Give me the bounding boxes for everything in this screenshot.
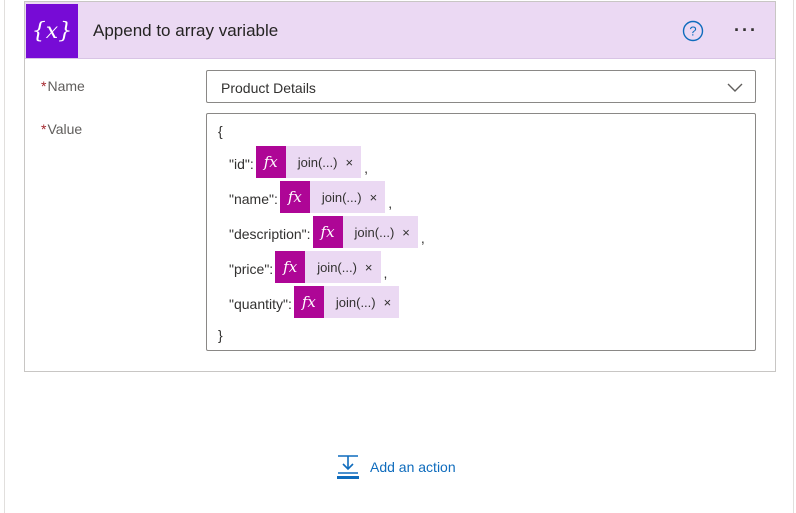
chevron-down-icon <box>727 83 743 92</box>
required-marker: * <box>41 78 47 94</box>
token-remove-button[interactable]: × <box>341 146 361 178</box>
json-comma: , <box>383 265 388 281</box>
name-label-text: Name <box>47 78 85 94</box>
token-remove-button[interactable]: × <box>380 286 400 318</box>
token-label: join(...) <box>335 294 376 310</box>
json-key: "id": <box>229 156 254 172</box>
json-line-price: "price": fx join(...) × , <box>229 251 387 283</box>
token-remove-button[interactable]: × <box>361 251 381 283</box>
fx-icon: fx <box>279 181 310 213</box>
action-card-header[interactable]: {x} Append to array variable ? ··· <box>25 2 775 59</box>
fx-icon: fx <box>255 146 286 178</box>
json-comma: , <box>420 230 425 246</box>
fx-icon: fx <box>275 251 306 283</box>
fx-icon: fx <box>312 216 343 248</box>
fx-icon: fx <box>293 286 324 318</box>
expression-token[interactable]: fx join(...) × <box>279 181 386 213</box>
json-line-id: "id": fx join(...) × , <box>229 146 368 178</box>
json-comma: , <box>388 195 393 211</box>
token-remove-button[interactable]: × <box>398 216 418 248</box>
svg-text:?: ? <box>689 24 696 39</box>
name-dropdown[interactable]: Product Details <box>206 70 756 103</box>
json-line-quantity: "quantity": fx join(...) × <box>229 286 402 318</box>
variable-icon: {x} <box>26 4 78 58</box>
json-key: "name": <box>229 191 278 207</box>
value-label-text: Value <box>47 121 83 137</box>
add-action-label: Add an action <box>370 459 456 475</box>
token-label: join(...) <box>354 224 395 240</box>
json-comma <box>399 316 402 318</box>
name-dropdown-value: Product Details <box>221 80 316 96</box>
expression-token[interactable]: fx join(...) × <box>312 216 418 248</box>
svg-text:{x}: {x} <box>32 19 72 44</box>
action-card: {x} Append to array variable ? ··· *Name… <box>24 1 776 372</box>
value-editor[interactable]: { "id": fx join(...) × , "name": fx join… <box>206 113 756 351</box>
json-key: "description": <box>229 226 311 242</box>
add-action-button[interactable]: Add an action <box>336 453 456 481</box>
token-remove-button[interactable]: × <box>366 181 386 213</box>
add-action-icon <box>337 455 359 479</box>
token-label: join(...) <box>297 154 338 170</box>
json-line-description: "description": fx join(...) × , <box>229 216 425 248</box>
required-marker: * <box>41 121 47 137</box>
json-key: "quantity": <box>229 296 292 312</box>
expression-token[interactable]: fx join(...) × <box>255 146 362 178</box>
json-comma: , <box>364 160 368 176</box>
value-field-label: *Value <box>41 121 82 137</box>
name-field-label: *Name <box>41 78 85 94</box>
more-options-icon[interactable]: ··· <box>730 18 762 42</box>
expression-token[interactable]: fx join(...) × <box>293 286 400 318</box>
token-label: join(...) <box>317 259 357 275</box>
open-brace: { <box>218 123 223 139</box>
json-line-name: "name": fx join(...) × , <box>229 181 392 213</box>
expression-token[interactable]: fx join(...) × <box>275 251 381 283</box>
action-title: Append to array variable <box>93 21 279 40</box>
token-label: join(...) <box>321 189 362 205</box>
close-brace: } <box>218 327 223 343</box>
json-key: "price": <box>229 261 274 277</box>
help-icon[interactable]: ? <box>682 20 704 42</box>
